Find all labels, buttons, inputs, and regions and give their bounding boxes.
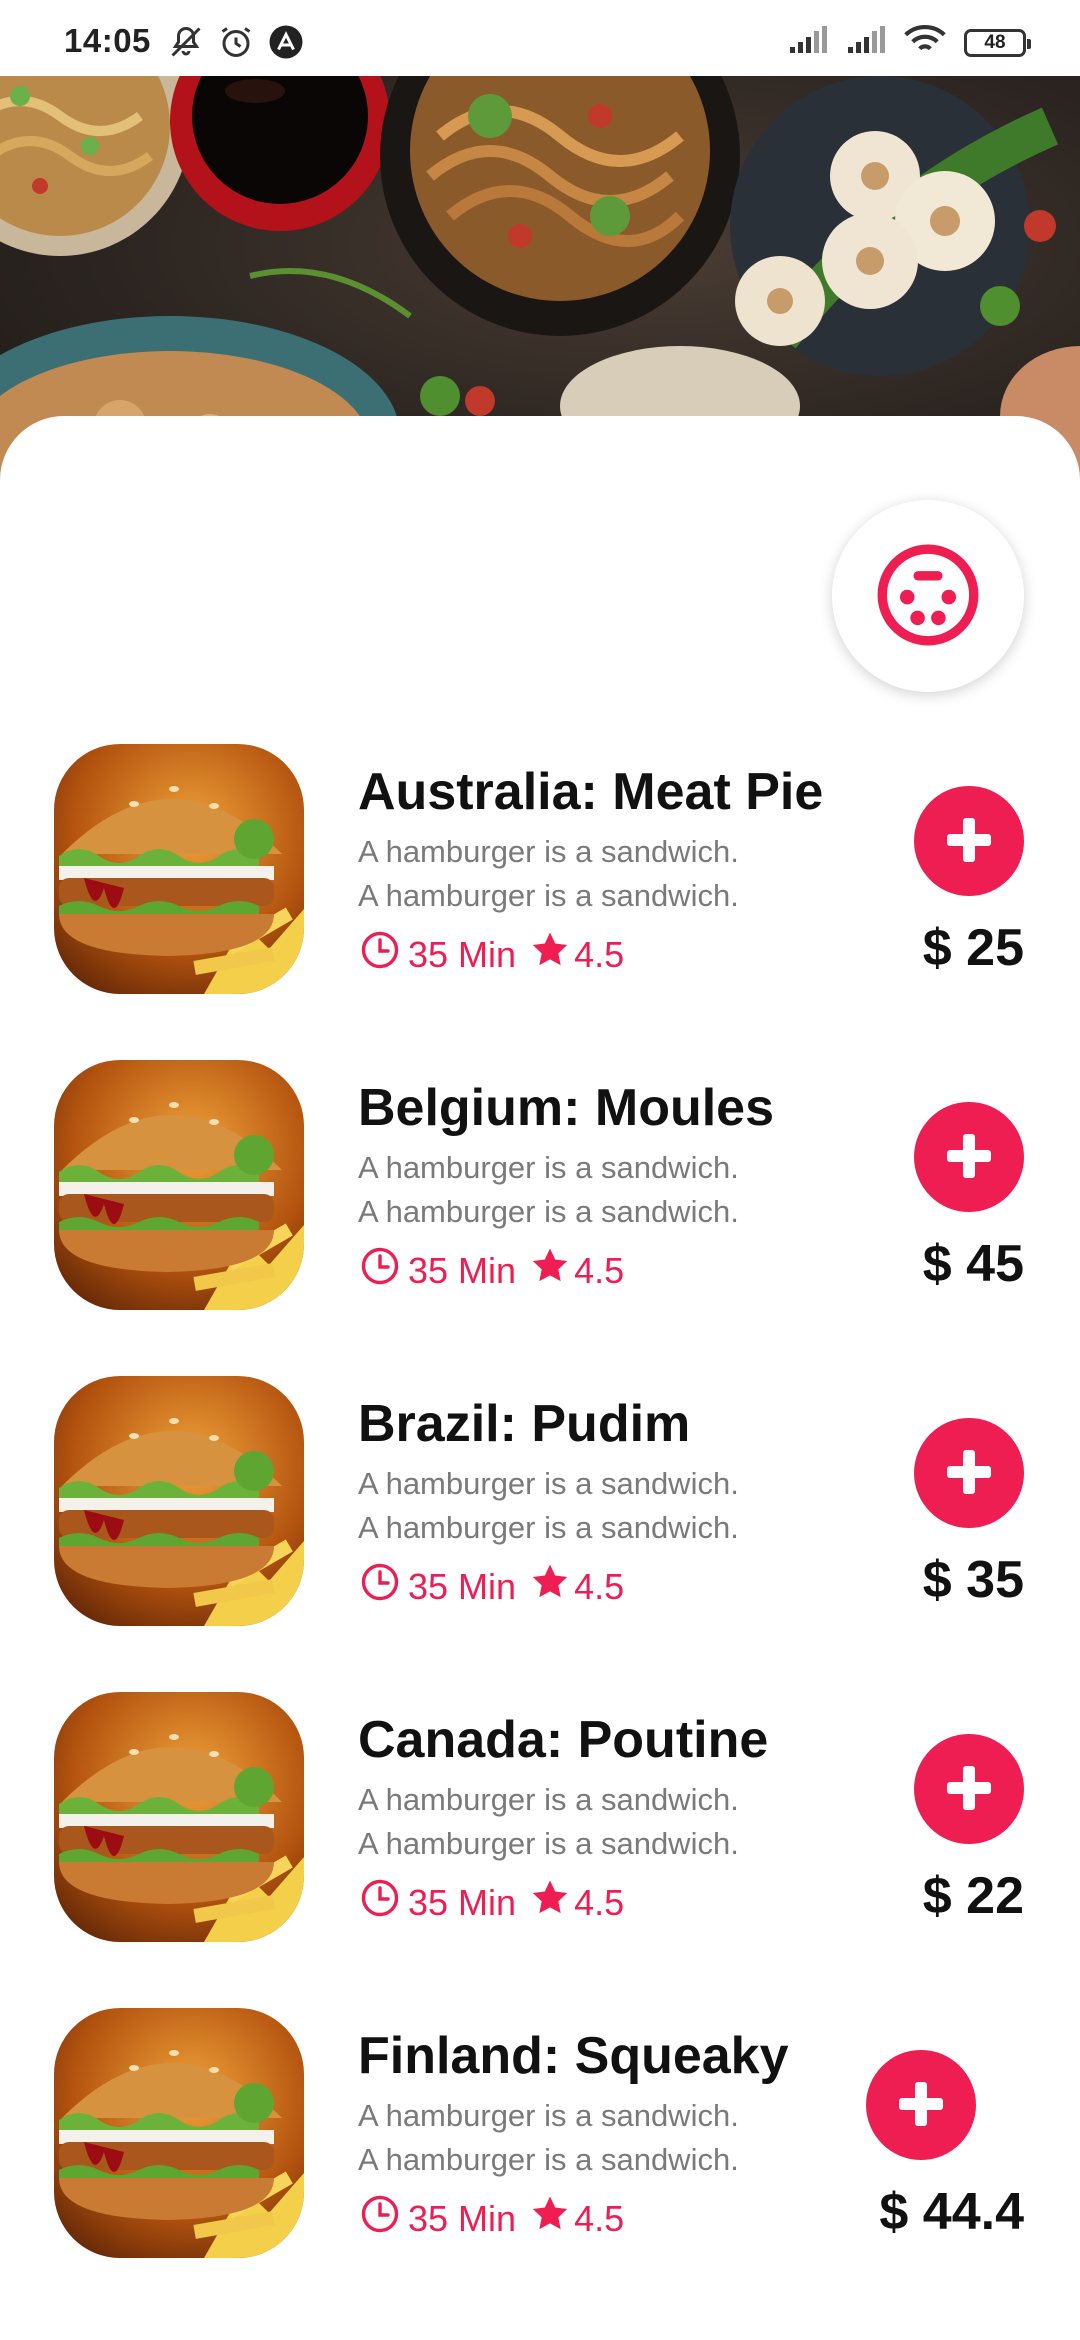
star-icon <box>530 1246 570 1295</box>
item-description-line: A hamburger is a sandwich. <box>358 2098 739 2133</box>
prep-time: 35 Min <box>408 2197 517 2239</box>
status-system-icons: 48 <box>788 24 1031 61</box>
plus-icon <box>943 1446 995 1501</box>
signal-icon <box>788 25 828 60</box>
menu-list: Australia: Meat Pie A hamburger is a san… <box>0 742 1080 2322</box>
burger-image <box>54 1692 304 1942</box>
clock-icon <box>360 1878 400 1927</box>
item-description-line: A hamburger is a sandwich. <box>358 1510 739 1545</box>
item-meta: 35 Min 4.5 <box>360 1878 624 1927</box>
add-to-cart-button[interactable] <box>914 786 1024 896</box>
menu-item[interactable]: Canada: Poutine A hamburger is a sandwic… <box>0 1690 1080 2006</box>
item-name: Canada: Poutine <box>358 1711 769 1769</box>
item-name: Brazil: Pudim <box>358 1395 691 1453</box>
prep-time: 35 Min <box>408 1881 517 1923</box>
burger-image <box>54 1060 304 1310</box>
item-description-line: A hamburger is a sandwich. <box>358 1194 739 1229</box>
item-description: A hamburger is a sandwich. A hamburger i… <box>358 2094 739 2182</box>
item-description-line: A hamburger is a sandwich. <box>358 2142 739 2177</box>
plus-icon <box>943 814 995 869</box>
rating-value: 4.5 <box>574 1881 625 1923</box>
menu-item[interactable]: Belgium: Moules A hamburger is a sandwic… <box>0 1058 1080 1374</box>
mute-icon <box>168 24 204 65</box>
app-notification-icon <box>268 24 304 65</box>
item-price: $ 44.4 <box>879 2183 1024 2241</box>
item-description-line: A hamburger is a sandwich. <box>358 834 739 869</box>
item-description: A hamburger is a sandwich. A hamburger i… <box>358 830 739 918</box>
status-time: 14:05 <box>64 22 151 59</box>
prep-time: 35 Min <box>408 1565 517 1607</box>
star-icon <box>530 2194 570 2243</box>
plus-icon <box>895 2078 947 2133</box>
alarm-icon <box>218 24 254 65</box>
wifi-icon <box>904 24 946 61</box>
signal-icon <box>846 25 886 60</box>
item-price: $ 25 <box>922 919 1024 977</box>
status-notification-icons <box>168 24 304 65</box>
item-name: Finland: Squeaky <box>358 2027 789 2085</box>
item-description-line: A hamburger is a sandwich. <box>358 1826 739 1861</box>
clock-icon <box>360 2194 400 2243</box>
plus-icon <box>943 1762 995 1817</box>
star-icon <box>530 930 570 979</box>
menu-item[interactable]: Finland: Squeaky A hamburger is a sandwi… <box>0 2006 1080 2322</box>
item-meta: 35 Min 4.5 <box>360 2194 624 2243</box>
item-description-line: A hamburger is a sandwich. <box>358 1150 739 1185</box>
burger-image <box>54 744 304 994</box>
item-description: A hamburger is a sandwich. A hamburger i… <box>358 1146 739 1234</box>
battery-level: 48 <box>984 31 1006 53</box>
battery-icon: 48 <box>964 28 1031 57</box>
add-to-cart-button[interactable] <box>914 1102 1024 1212</box>
add-to-cart-button[interactable] <box>866 2050 976 2160</box>
star-icon <box>530 1562 570 1611</box>
add-to-cart-button[interactable] <box>914 1734 1024 1844</box>
item-price: $ 22 <box>922 1867 1024 1925</box>
item-description-line: A hamburger is a sandwich. <box>358 1466 739 1501</box>
status-bar: 14:05 48 <box>0 0 1080 76</box>
add-to-cart-button[interactable] <box>914 1418 1024 1528</box>
item-meta: 35 Min 4.5 <box>360 1562 624 1611</box>
rating-value: 4.5 <box>574 1249 625 1291</box>
item-meta: 35 Min 4.5 <box>360 930 624 979</box>
item-price: $ 35 <box>922 1551 1024 1609</box>
item-price: $ 45 <box>922 1235 1024 1293</box>
rating-value: 4.5 <box>574 933 625 975</box>
item-name: Australia: Meat Pie <box>358 763 824 821</box>
plus-icon <box>943 1130 995 1185</box>
menu-item[interactable]: Australia: Meat Pie A hamburger is a san… <box>0 742 1080 1058</box>
item-description-line: A hamburger is a sandwich. <box>358 1782 739 1817</box>
star-icon <box>530 1878 570 1927</box>
burger-image <box>54 1376 304 1626</box>
clock-icon <box>360 1246 400 1295</box>
clock-icon <box>360 930 400 979</box>
rating-value: 4.5 <box>574 1565 625 1607</box>
rating-value: 4.5 <box>574 2197 625 2239</box>
cuisine-menu-button[interactable] <box>832 500 1024 692</box>
prep-time: 35 Min <box>408 1249 517 1291</box>
prep-time: 35 Min <box>408 933 517 975</box>
burger-image <box>54 2008 304 2258</box>
item-description: A hamburger is a sandwich. A hamburger i… <box>358 1778 739 1866</box>
clock-icon <box>360 1562 400 1611</box>
item-description: A hamburger is a sandwich. A hamburger i… <box>358 1462 739 1550</box>
item-meta: 35 Min 4.5 <box>360 1246 624 1295</box>
item-name: Belgium: Moules <box>358 1079 775 1137</box>
menu-item[interactable]: Brazil: Pudim A hamburger is a sandwich.… <box>0 1374 1080 1690</box>
dining-plate-icon <box>876 543 980 650</box>
item-description-line: A hamburger is a sandwich. <box>358 878 739 913</box>
